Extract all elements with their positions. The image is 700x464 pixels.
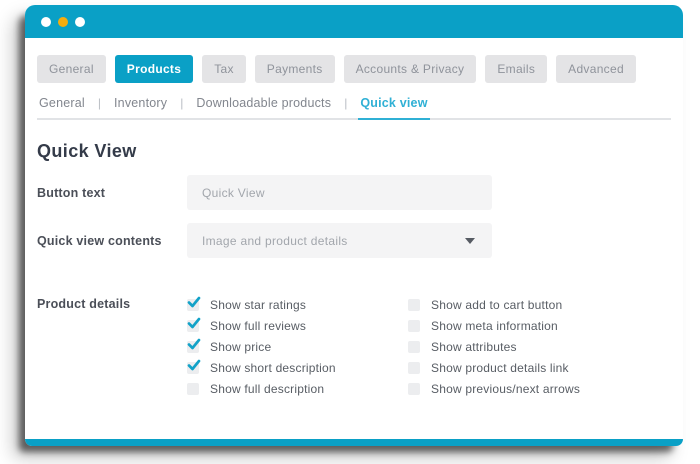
button-text-row: Button text — [37, 175, 671, 210]
tab-payments[interactable]: Payments — [254, 55, 335, 83]
tab-products[interactable]: Products — [114, 55, 194, 83]
settings-tabs: General Products Tax Payments Accounts &… — [37, 55, 671, 83]
product-details-label: Product details — [37, 297, 131, 311]
subtab-separator: | — [180, 96, 184, 110]
subtab-general[interactable]: General — [37, 96, 87, 118]
checkbox-show-previous-next-arrows[interactable]: Show previous/next arrows — [408, 378, 671, 399]
settings-content: General Products Tax Payments Accounts &… — [25, 38, 683, 439]
checkbox[interactable] — [187, 317, 201, 332]
button-text-label: Button text — [37, 185, 106, 200]
checkbox[interactable] — [187, 382, 199, 395]
checkbox-show-attributes[interactable]: Show attributes — [408, 336, 671, 357]
checkbox-label: Show price — [210, 339, 272, 354]
checkbox-label: Show attributes — [431, 339, 517, 354]
page-title: Quick View — [37, 141, 137, 161]
checkbox-show-full-description[interactable]: Show full description — [187, 378, 408, 399]
checkbox-show-price[interactable]: Show price — [187, 336, 408, 357]
checkbox-show-meta-information[interactable]: Show meta information — [408, 315, 671, 336]
checkbox-label: Show add to cart button — [431, 297, 563, 312]
checkbox[interactable] — [187, 296, 201, 311]
products-subtabs: General | Inventory | Downloadable produ… — [37, 96, 671, 120]
quick-view-form: Button text Quick view contents Image an… — [37, 175, 671, 399]
quick-view-contents-label: Quick view contents — [37, 233, 162, 248]
checkbox[interactable] — [408, 298, 420, 311]
window-dot-icon — [75, 16, 85, 27]
checkmark-icon — [187, 296, 201, 307]
subtab-quick-view[interactable]: Quick view — [358, 96, 430, 120]
chevron-down-icon — [465, 238, 475, 244]
tab-tax[interactable]: Tax — [202, 55, 246, 83]
settings-window: General Products Tax Payments Accounts &… — [25, 5, 683, 446]
tab-emails[interactable]: Emails — [485, 55, 548, 83]
checkbox-show-star-ratings[interactable]: Show star ratings — [187, 294, 408, 315]
tab-general[interactable]: General — [37, 55, 106, 83]
checkbox[interactable] — [408, 361, 420, 374]
subtab-separator: | — [97, 96, 101, 110]
checkmark-icon — [187, 317, 201, 328]
checkbox-show-full-reviews[interactable]: Show full reviews — [187, 315, 408, 336]
window-bottom-bar — [25, 439, 683, 446]
product-details-left-column: Show star ratings Show full reviews Show… — [187, 294, 408, 399]
tab-accounts-privacy[interactable]: Accounts & Privacy — [343, 55, 477, 83]
checkbox-label: Show meta information — [431, 318, 558, 333]
checkbox[interactable] — [408, 340, 420, 353]
checkbox[interactable] — [408, 319, 420, 332]
button-text-input[interactable] — [187, 175, 492, 210]
checkbox-show-product-details-link[interactable]: Show product details link — [408, 357, 671, 378]
subtab-separator: | — [344, 96, 348, 110]
browser-titlebar — [25, 5, 683, 38]
quick-view-contents-select[interactable]: Image and product details — [187, 223, 492, 258]
checkmark-icon — [187, 338, 201, 349]
quick-view-contents-row: Quick view contents Image and product de… — [37, 223, 671, 258]
selected-option: Image and product details — [202, 233, 348, 248]
checkbox-show-add-to-cart-button[interactable]: Show add to cart button — [408, 294, 671, 315]
checkbox-label: Show short description — [210, 360, 336, 375]
checkbox-label: Show product details link — [431, 360, 569, 375]
subtab-downloadable-products[interactable]: Downloadable products — [194, 96, 333, 118]
checkbox-label: Show star ratings — [210, 297, 307, 312]
subtab-inventory[interactable]: Inventory — [112, 96, 169, 118]
checkmark-icon — [187, 359, 201, 370]
checkbox-label: Show previous/next arrows — [431, 381, 581, 396]
product-details-right-column: Show add to cart button Show meta inform… — [408, 294, 671, 399]
tab-advanced[interactable]: Advanced — [556, 55, 636, 83]
checkbox-label: Show full description — [210, 381, 325, 396]
checkbox-show-short-description[interactable]: Show short description — [187, 357, 408, 378]
window-dot-icon — [58, 16, 68, 27]
checkbox[interactable] — [187, 359, 201, 374]
window-dot-icon — [41, 16, 51, 27]
checkbox[interactable] — [408, 382, 420, 395]
checkbox[interactable] — [187, 338, 201, 353]
product-details-section: Product details Show star ratings Show f… — [37, 294, 671, 399]
checkbox-label: Show full reviews — [210, 318, 307, 333]
